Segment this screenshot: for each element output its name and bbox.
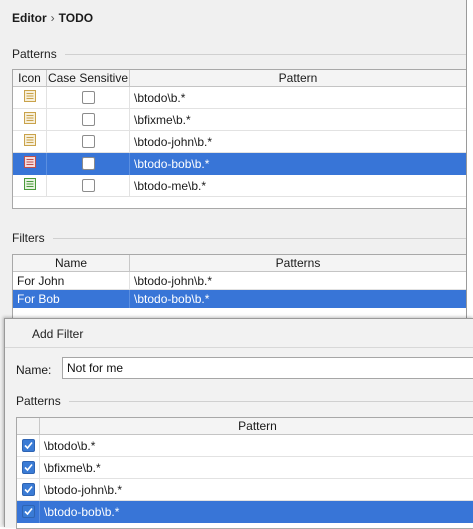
pattern-cell[interactable]: \btodo-john\b.*: [40, 479, 473, 501]
filter-name-cell[interactable]: For Bob: [13, 289, 130, 308]
table-row[interactable]: \btodo-bob\b.*: [17, 500, 473, 523]
column-header-name[interactable]: Name: [13, 255, 130, 271]
patterns-section-label: Patterns: [12, 47, 57, 61]
pattern-include-checkbox[interactable]: [21, 505, 35, 518]
patterns-table[interactable]: Icon Case Sensitive Pattern \btodo\b.* \b…: [12, 69, 466, 209]
pattern-include-checkbox[interactable]: [21, 483, 35, 496]
case-sensitive-cell: [47, 86, 130, 109]
icon-cell[interactable]: [13, 130, 47, 153]
section-divider: [68, 400, 473, 402]
column-header-case-sensitive[interactable]: Case Sensitive: [47, 70, 130, 86]
dialog-patterns-table-header: Pattern: [17, 418, 473, 435]
section-divider: [52, 237, 466, 239]
pattern-cell[interactable]: \bfixme\b.*: [40, 457, 473, 479]
patterns-table-header: Icon Case Sensitive Pattern: [13, 70, 466, 87]
table-row[interactable]: \bfixme\b.*: [17, 456, 473, 479]
check-cell: [17, 434, 40, 457]
column-header-check[interactable]: [17, 418, 40, 434]
dialog-title-divider: [5, 347, 473, 348]
todo-icon-green[interactable]: [23, 178, 36, 193]
column-header-pattern[interactable]: Pattern: [130, 70, 466, 86]
add-filter-dialog: Add Filter Name: Patterns Pattern \btodo…: [4, 318, 473, 529]
case-sensitive-cell: [47, 130, 130, 153]
column-header-pattern[interactable]: Pattern: [40, 418, 473, 434]
check-cell: [17, 478, 40, 501]
table-row[interactable]: \btodo\b.*: [13, 86, 466, 109]
pattern-include-checkbox[interactable]: [21, 439, 35, 452]
case-sensitive-checkbox[interactable]: [81, 135, 95, 148]
name-field-label: Name:: [16, 363, 52, 377]
pattern-cell[interactable]: \btodo\b.*: [130, 87, 466, 109]
column-header-patterns[interactable]: Patterns: [130, 255, 466, 271]
case-sensitive-cell: [47, 174, 130, 197]
filter-name-cell[interactable]: For John: [13, 271, 130, 290]
patterns-section-header: Patterns: [12, 47, 466, 61]
todo-icon-default[interactable]: [23, 112, 36, 127]
pattern-cell[interactable]: \bfixme\b.*: [130, 109, 466, 131]
section-divider: [64, 53, 466, 55]
filter-patterns-cell[interactable]: \btodo-bob\b.*: [130, 290, 466, 308]
table-row[interactable]: \btodo\b.*: [17, 434, 473, 457]
pattern-cell[interactable]: \btodo-bob\b.*: [130, 153, 466, 175]
filters-section-header: Filters: [12, 231, 466, 245]
breadcrumb-current: TODO: [58, 11, 94, 25]
case-sensitive-checkbox[interactable]: [81, 113, 95, 126]
patterns-table-body: \btodo\b.* \bfixme\b.* \btodo-john\b.* \bto…: [13, 86, 466, 197]
todo-icon-red[interactable]: [23, 156, 36, 171]
filters-section-label: Filters: [12, 231, 45, 245]
dialog-patterns-table-body: \btodo\b.* \bfixme\b.* \btodo-john\b.* \bto…: [17, 434, 473, 523]
pattern-cell[interactable]: \btodo-me\b.*: [130, 175, 466, 197]
case-sensitive-cell: [47, 108, 130, 131]
pattern-cell[interactable]: \btodo-john\b.*: [130, 131, 466, 153]
dialog-title: Add Filter: [32, 327, 84, 341]
table-row[interactable]: For Bob \btodo-bob\b.*: [13, 289, 466, 308]
filters-table-body: For John \btodo-john\b.* For Bob \btodo-bob…: [13, 271, 466, 308]
icon-cell[interactable]: [13, 152, 47, 175]
table-row[interactable]: \bfixme\b.*: [13, 108, 466, 131]
filter-patterns-cell[interactable]: \btodo-john\b.*: [130, 272, 466, 290]
column-header-icon[interactable]: Icon: [13, 70, 47, 86]
table-row[interactable]: \btodo-me\b.*: [13, 174, 466, 197]
breadcrumb: Editor › TODO: [12, 11, 93, 25]
breadcrumb-separator: ›: [50, 11, 55, 25]
case-sensitive-checkbox[interactable]: [81, 179, 95, 192]
icon-cell[interactable]: [13, 108, 47, 131]
pattern-cell[interactable]: \btodo-bob\b.*: [40, 501, 473, 523]
case-sensitive-checkbox[interactable]: [81, 91, 95, 104]
table-row[interactable]: For John \btodo-john\b.*: [13, 271, 466, 290]
check-cell: [17, 500, 40, 523]
dialog-patterns-label: Patterns: [16, 394, 61, 408]
dialog-patterns-section-header: Patterns: [16, 394, 473, 408]
todo-icon-default[interactable]: [23, 134, 36, 149]
table-row[interactable]: \btodo-john\b.*: [17, 478, 473, 501]
table-row[interactable]: \btodo-bob\b.*: [13, 152, 466, 175]
case-sensitive-cell: [47, 152, 130, 175]
filters-table[interactable]: Name Patterns For John \btodo-john\b.* For…: [12, 254, 466, 324]
todo-icon-default[interactable]: [23, 90, 36, 105]
pattern-cell[interactable]: \btodo\b.*: [40, 435, 473, 457]
table-row[interactable]: \btodo-john\b.*: [13, 130, 466, 153]
filters-table-header: Name Patterns: [13, 255, 466, 272]
pattern-include-checkbox[interactable]: [21, 461, 35, 474]
icon-cell[interactable]: [13, 86, 47, 109]
filter-name-input[interactable]: [62, 357, 473, 379]
case-sensitive-checkbox[interactable]: [81, 157, 95, 170]
breadcrumb-parent[interactable]: Editor: [12, 11, 47, 25]
check-cell: [17, 456, 40, 479]
dialog-patterns-table[interactable]: Pattern \btodo\b.* \bfixme\b.* \btodo-john…: [16, 417, 473, 529]
icon-cell[interactable]: [13, 174, 47, 197]
